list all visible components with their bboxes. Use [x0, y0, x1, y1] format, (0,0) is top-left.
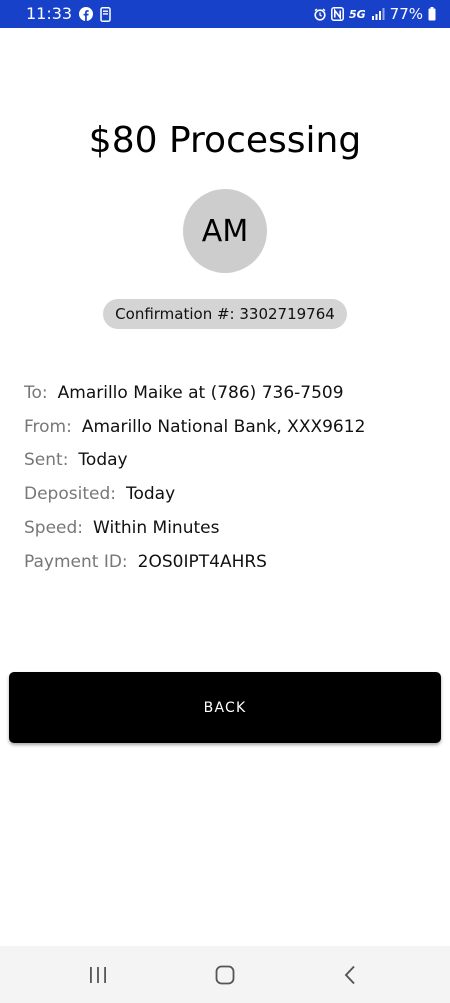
detail-label: Payment ID:: [24, 551, 128, 572]
payment-details: To: Amarillo Maike at (786) 736-7509 Fro…: [24, 376, 434, 579]
status-bar: 11:33 5G 77%: [0, 0, 450, 28]
status-left: 11:33: [26, 5, 111, 23]
status-right: 5G 77%: [314, 5, 436, 23]
detail-label: From:: [24, 416, 72, 437]
network-type: 5G: [348, 7, 366, 21]
detail-value: Today: [78, 450, 128, 471]
detail-value: 2OS0IPT4AHRS: [137, 551, 267, 572]
avatar-initials: AM: [201, 213, 249, 249]
detail-value: Amarillo Maike at (786) 736-7509: [57, 382, 344, 403]
detail-row-to: To: Amarillo Maike at (786) 736-7509: [24, 376, 434, 410]
detail-value: Today: [125, 484, 176, 505]
alarm-icon: [314, 7, 326, 21]
avatar: AM: [183, 189, 267, 273]
battery-percent: 77%: [389, 5, 423, 23]
nfc-icon: [331, 7, 344, 21]
back-arrow-icon: [344, 965, 355, 985]
detail-value: Amarillo National Bank, XXX9612: [81, 416, 366, 437]
detail-row-from: From: Amarillo National Bank, XXX9612: [24, 410, 434, 444]
home-icon: [215, 965, 235, 985]
detail-label: Deposited:: [24, 484, 116, 505]
recent-apps-icon: [90, 967, 106, 983]
back-button[interactable]: BACK: [9, 672, 441, 743]
back-nav-button[interactable]: [330, 960, 370, 990]
phone-notification-icon: [100, 6, 111, 22]
signal-icon: [371, 8, 385, 20]
detail-value: Within Minutes: [93, 518, 220, 539]
payment-title: $80 Processing: [88, 120, 362, 161]
system-nav-bar: [0, 946, 450, 1003]
detail-row-speed: Speed: Within Minutes: [24, 511, 434, 545]
detail-label: To:: [24, 382, 48, 403]
detail-row-sent: Sent: Today: [24, 444, 434, 478]
facebook-icon: [79, 7, 94, 21]
confirmation-text: Confirmation #: 3302719764: [115, 305, 335, 323]
recent-apps-button[interactable]: [78, 960, 118, 990]
home-button[interactable]: [205, 960, 245, 990]
detail-label: Speed:: [24, 518, 84, 539]
detail-row-payment-id: Payment ID: 2OS0IPT4AHRS: [24, 545, 434, 579]
confirmation-badge: Confirmation #: 3302719764: [103, 299, 347, 329]
detail-label: Sent:: [24, 450, 69, 471]
detail-row-deposited: Deposited: Today: [24, 477, 434, 511]
battery-icon: [428, 7, 436, 21]
status-time: 11:33: [26, 4, 73, 23]
